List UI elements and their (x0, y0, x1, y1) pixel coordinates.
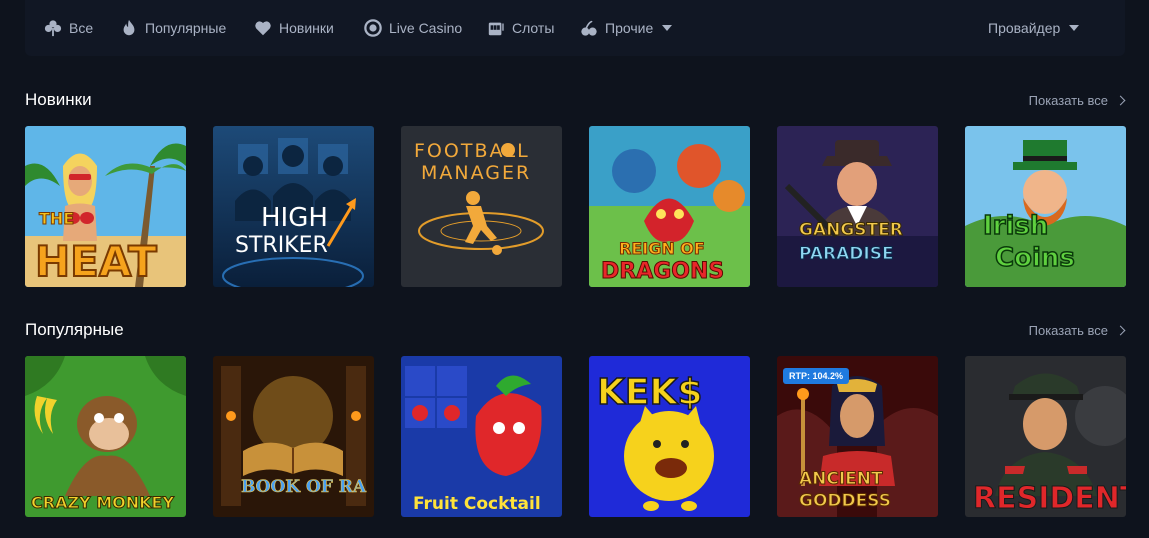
svg-text:KEK$: KEK$ (597, 372, 702, 413)
nav-item-popular[interactable]: Популярные (120, 0, 226, 56)
svg-text:GANGSTER: GANGSTER (799, 220, 903, 240)
game-tile-irish-coins[interactable]: Irish Coins (965, 126, 1126, 287)
game-tile-gangster-paradise[interactable]: GANGSTER PARADISE (777, 126, 938, 287)
chevron-right-icon (1115, 95, 1126, 106)
svg-text:HIGH: HIGH (261, 203, 328, 233)
svg-text:Fruit Cocktail: Fruit Cocktail (413, 494, 541, 514)
svg-text:BOOK OF RA: BOOK OF RA (241, 477, 367, 497)
game-title-text: Fruit Cocktail (413, 494, 541, 514)
nav-item-label: Слоты (512, 20, 555, 36)
svg-text:Irish: Irish (983, 211, 1048, 241)
games-row-popular: CRAZY MONKEY BOOK OF RA Fruit Cocktail K… (25, 356, 1126, 517)
nav-item-other[interactable]: Прочие (580, 0, 673, 56)
chip-icon (364, 19, 382, 37)
game-tile-keks[interactable]: KEK$ (589, 356, 750, 517)
game-tile-high-striker[interactable]: HIGH STRIKER (213, 126, 374, 287)
svg-text:DRAGONS: DRAGONS (601, 259, 724, 284)
svg-text:STRIKER: STRIKER (235, 233, 328, 258)
svg-text:RESIDENT: RESIDENT (973, 481, 1126, 516)
game-title-text: REIGN OF DRAGONS (601, 239, 725, 285)
svg-text:REIGN OF: REIGN OF (619, 239, 705, 258)
slot-machine-icon (488, 22, 504, 36)
provider-label: Провайдер (988, 20, 1061, 36)
game-title-text: FOOTBALL MANAGER (414, 140, 531, 184)
game-title-text: CRAZY MONKEY (31, 493, 175, 513)
svg-text:HEAT: HEAT (35, 237, 157, 286)
game-tile-book-of-ra[interactable]: BOOK OF RA (213, 356, 374, 517)
nav-item-label: Новинки (279, 20, 334, 36)
svg-text:MANAGER: MANAGER (421, 162, 531, 184)
nav-item-label: Live Casino (389, 20, 463, 36)
game-title-text: BOOK OF RA (241, 477, 368, 498)
game-title-text: Irish Coins (982, 210, 1075, 274)
show-all-label: Показать все (1028, 93, 1108, 108)
game-tile-football-manager[interactable]: FOOTBALL MANAGER (401, 126, 562, 287)
svg-text:Coins: Coins (995, 243, 1075, 273)
game-tile-the-heat[interactable]: THE HEAT (25, 126, 186, 287)
show-all-label: Показать все (1028, 323, 1108, 338)
chevron-down-icon (662, 25, 673, 31)
nav-item-label: Популярные (145, 20, 227, 36)
nav-item-label: Прочие (605, 20, 654, 36)
section-title-new: Новинки (25, 90, 92, 109)
game-title-text: KEK$ (596, 371, 703, 414)
game-tile-crazy-monkey[interactable]: CRAZY MONKEY (25, 356, 186, 517)
page: Все Популярные Новинки Live Casino Слоты… (0, 0, 1149, 538)
svg-text:CRAZY MONKEY: CRAZY MONKEY (31, 493, 174, 512)
nav-item-label: Все (69, 20, 94, 36)
game-title-text: GANGSTER PARADISE (799, 220, 904, 265)
game-tile-reign-of-dragons[interactable]: REIGN OF DRAGONS (589, 126, 750, 287)
provider-dropdown[interactable]: Провайдер (988, 0, 1080, 56)
cherries-icon (581, 20, 597, 36)
game-title-text: HIGH STRIKER (235, 203, 328, 258)
svg-text:FOOTBALL: FOOTBALL (414, 140, 530, 162)
flame-icon (123, 19, 135, 36)
chevron-right-icon (1115, 325, 1126, 336)
nav-item-new[interactable]: Новинки (254, 0, 334, 56)
game-title-text: THE HEAT (34, 209, 158, 288)
games-row-new: THE HEAT HIGH STRIKER FOOTBALL MANAGER R… (25, 126, 1126, 287)
nav-item-slots[interactable]: Слоты (487, 0, 554, 56)
category-nav: Все Популярные Новинки Live Casino Слоты… (25, 0, 1125, 56)
nav-item-all[interactable]: Все (44, 0, 93, 56)
show-all-popular-link[interactable]: Показать все (1028, 323, 1126, 338)
game-title-text: RESIDENT (973, 481, 1127, 517)
show-all-new-link[interactable]: Показать все (1028, 93, 1126, 108)
svg-text:ANCIENT: ANCIENT (799, 469, 883, 489)
svg-text:PARADISE: PARADISE (799, 244, 894, 264)
nav-item-live-casino[interactable]: Live Casino (364, 0, 462, 56)
game-tile-resident[interactable]: RESIDENT (965, 356, 1126, 517)
section-title-popular: Популярные (25, 320, 124, 339)
game-tile-ancient-goddess[interactable]: ANCIENT GODDESS RTP: 104.2% (777, 356, 938, 517)
svg-text:THE: THE (39, 209, 74, 228)
chevron-down-icon (1069, 25, 1080, 31)
rtp-badge: RTP: 104.2% (783, 368, 850, 384)
heart-icon (255, 21, 271, 36)
svg-text:GODDESS: GODDESS (799, 491, 891, 511)
game-tile-fruit-cocktail[interactable]: Fruit Cocktail (401, 356, 562, 517)
clover-icon (44, 20, 62, 37)
